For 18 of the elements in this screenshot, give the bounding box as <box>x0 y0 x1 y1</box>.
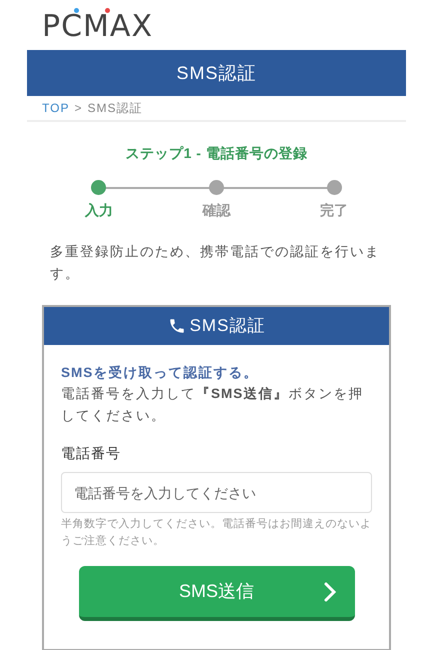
card-title: SMS認証 <box>190 315 266 338</box>
phone-input[interactable]: 電話番号を入力してください <box>61 472 372 514</box>
lead-text: SMSを受け取って認証する。 <box>61 364 260 382</box>
page-title: SMS認証 <box>176 62 256 84</box>
breadcrumb-separator: > <box>74 100 82 117</box>
step-label: 完了 <box>319 201 349 220</box>
hint-text: 半角数字で入力してください。電話番号はお間違えのないようご注意ください。 <box>61 516 372 550</box>
chevron-right-icon <box>322 580 336 603</box>
step-label: 確認 <box>201 201 232 220</box>
phone-icon <box>168 317 186 335</box>
field-label: 電話番号 <box>61 444 122 464</box>
instruction-text: 電話番号を入力して『SMS送信』ボタンを押してください。 <box>61 385 364 426</box>
breadcrumb-current: SMS認証 <box>87 100 142 117</box>
notice-text: 多重登録防止のため、携帯電話での認証を行います。 <box>50 243 381 283</box>
step-label: 入力 <box>84 201 114 220</box>
breadcrumb-link[interactable]: TOP <box>42 99 70 117</box>
sms-send-button[interactable]: SMS送信 <box>78 566 354 622</box>
step-title: ステップ1 - 電話番号の登録 <box>126 145 308 161</box>
